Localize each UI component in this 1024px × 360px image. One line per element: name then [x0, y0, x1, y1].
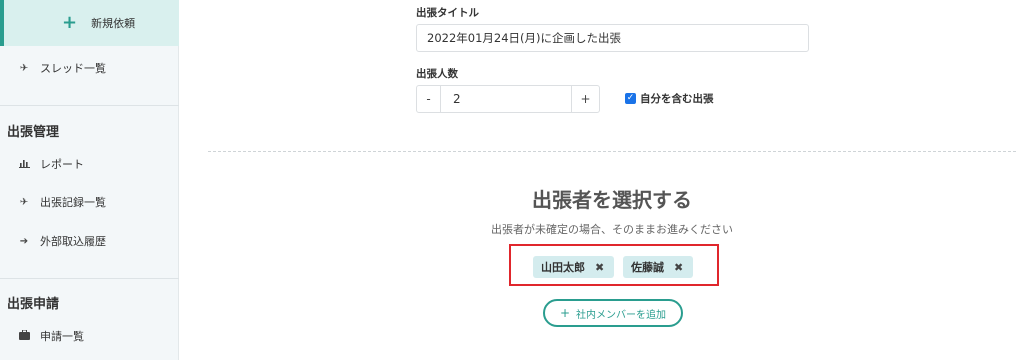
sidebar-item-label: 申請一覧 — [40, 330, 84, 343]
include-self-option[interactable]: ✓ 自分を含む出張 — [625, 91, 714, 106]
add-member-button[interactable]: + 社内メンバーを追加 — [543, 299, 683, 327]
remove-icon[interactable]: ✖ — [595, 261, 604, 274]
trip-title-label: 出張タイトル — [416, 7, 479, 19]
increment-button[interactable]: + — [571, 86, 599, 112]
section-divider — [208, 151, 1016, 152]
sidebar-item-application-list[interactable]: 申請一覧 — [0, 323, 179, 349]
selected-travelers-box: 山田太郎 ✖ 佐藤誠 ✖ — [509, 244, 719, 286]
new-request-label: 新規依頼 — [91, 17, 136, 30]
sidebar-item-external-import[interactable]: ➔ 外部取込履歴 — [0, 228, 179, 254]
sidebar-heading-trip-apply: 出張申請 — [7, 297, 60, 312]
sidebar-item-label: 出張記録一覧 — [40, 196, 106, 209]
sidebar-item-label: レポート — [40, 158, 84, 171]
trip-count-stepper: - 2 + — [416, 85, 600, 113]
decrement-button[interactable]: - — [417, 86, 441, 112]
trip-count-value[interactable]: 2 — [441, 86, 571, 112]
trip-title-input[interactable] — [416, 24, 809, 52]
traveler-section-heading: 出張者を選択する — [532, 188, 692, 212]
traveler-name: 山田太郎 — [541, 261, 585, 274]
traveler-tag: 佐藤誠 ✖ — [623, 256, 694, 278]
plus-icon: + — [62, 12, 78, 33]
add-member-label: 社内メンバーを追加 — [576, 309, 667, 321]
traveler-name: 佐藤誠 — [631, 261, 664, 274]
traveler-section-subtext: 出張者が未確定の場合、そのままお進みください — [491, 223, 733, 236]
briefcase-icon — [18, 329, 30, 343]
sidebar-divider — [0, 105, 179, 106]
sidebar-divider — [0, 278, 179, 279]
sidebar-item-label: スレッド一覧 — [40, 62, 106, 75]
sidebar-heading-trip-mgmt: 出張管理 — [7, 125, 60, 140]
include-self-checkbox[interactable]: ✓ — [625, 93, 636, 104]
sidebar-item-label: 外部取込履歴 — [40, 235, 106, 248]
airplane-icon: ✈ — [19, 62, 29, 74]
sidebar-item-thread-list[interactable]: ✈ スレッド一覧 — [0, 55, 179, 81]
include-self-label: 自分を含む出張 — [640, 93, 714, 105]
sidebar-item-trip-records[interactable]: ✈ 出張記録一覧 — [0, 189, 179, 215]
plus-icon: + — [559, 306, 571, 320]
remove-icon[interactable]: ✖ — [674, 261, 683, 274]
new-request-button[interactable]: + 新規依頼 — [0, 0, 179, 46]
trip-count-label: 出張人数 — [416, 68, 458, 80]
airplane-icon: ✈ — [19, 196, 29, 208]
bar-chart-icon — [18, 158, 30, 171]
traveler-tag: 山田太郎 ✖ — [533, 256, 615, 278]
sidebar-item-report[interactable]: レポート — [0, 151, 179, 177]
sidebar: + 新規依頼 ✈ スレッド一覧 出張管理 レポート ✈ 出張記録一覧 ➔ 外部取… — [0, 0, 179, 360]
sign-in-icon: ➔ — [19, 235, 29, 247]
